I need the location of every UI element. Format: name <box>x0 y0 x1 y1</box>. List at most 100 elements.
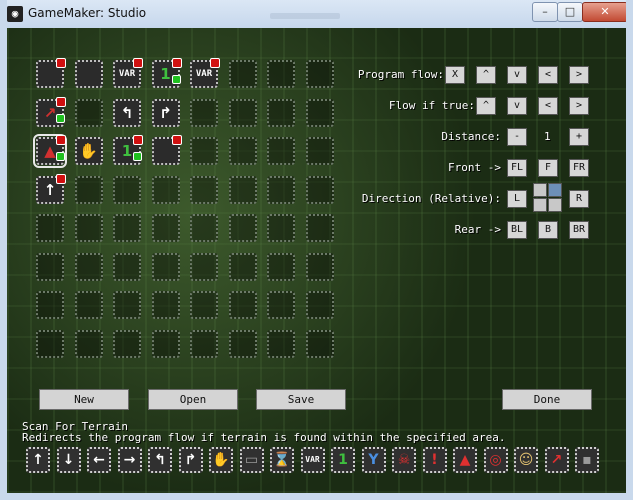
grid-cell[interactable] <box>228 60 257 88</box>
grid-cell[interactable] <box>305 137 334 165</box>
grid-cell[interactable] <box>36 291 64 319</box>
grid-cell[interactable] <box>190 329 218 358</box>
grid-cell[interactable] <box>151 252 180 281</box>
distance-minus-button[interactable]: - <box>507 128 527 146</box>
grid-cell[interactable] <box>74 329 103 358</box>
grid-cell-instruction[interactable]: 1 <box>151 58 182 88</box>
grid-cell[interactable] <box>267 214 295 242</box>
grid-cell[interactable] <box>228 98 257 127</box>
grid-cell-instruction[interactable]: ▲ <box>33 134 67 168</box>
palette-instruction[interactable]: ↑ <box>26 447 50 473</box>
grid-cell-instruction[interactable] <box>151 135 182 165</box>
grid-cell[interactable] <box>151 291 180 319</box>
done-button[interactable]: Done <box>502 389 592 410</box>
save-button[interactable]: Save <box>256 389 346 410</box>
grid-cell[interactable] <box>113 291 141 319</box>
grid-cell[interactable] <box>190 214 218 242</box>
grid-cell-instruction[interactable]: ✋ <box>74 137 103 165</box>
grid-cell[interactable] <box>305 329 334 358</box>
grid-cell-instruction[interactable] <box>36 58 66 88</box>
flow-if-true-up-button[interactable]: ^ <box>476 97 496 115</box>
grid-cell[interactable] <box>190 137 218 165</box>
grid-cell[interactable] <box>305 98 334 127</box>
program-flow-right-button[interactable]: > <box>569 66 589 84</box>
direction-pad-sw[interactable] <box>533 198 547 212</box>
close-button[interactable]: ✕ <box>582 2 628 22</box>
palette-instruction[interactable]: ◎ <box>483 447 508 473</box>
grid-cell[interactable] <box>151 214 180 242</box>
grid-cell[interactable] <box>74 214 103 242</box>
grid-cell-instruction[interactable]: ↱ <box>151 98 180 127</box>
grid-cell[interactable] <box>228 137 257 165</box>
maximize-button[interactable]: □ <box>557 2 583 22</box>
program-flow-clear-button[interactable]: X <box>445 66 465 84</box>
grid-cell[interactable] <box>74 291 103 319</box>
palette-instruction[interactable]: Y <box>361 447 386 473</box>
palette-instruction[interactable]: ← <box>87 447 111 473</box>
grid-cell[interactable] <box>151 329 180 358</box>
flow-if-true-right-button[interactable]: > <box>569 97 589 115</box>
grid-cell[interactable] <box>228 329 257 358</box>
minimize-button[interactable]: – <box>532 2 558 22</box>
rear-right-button[interactable]: BR <box>569 221 589 239</box>
flow-if-true-down-button[interactable]: v <box>507 97 527 115</box>
palette-instruction[interactable]: ▪ <box>575 447 599 473</box>
grid-cell[interactable] <box>305 60 334 88</box>
rear-left-button[interactable]: BL <box>507 221 527 239</box>
program-flow-up-button[interactable]: ^ <box>476 66 496 84</box>
grid-cell[interactable] <box>267 60 295 88</box>
flow-if-true-left-button[interactable]: < <box>538 97 558 115</box>
grid-cell-instruction[interactable] <box>74 60 103 88</box>
grid-cell-instruction[interactable]: VAR <box>190 58 220 88</box>
grid-cell[interactable] <box>190 252 218 281</box>
palette-instruction[interactable]: ↗ <box>544 447 569 473</box>
grid-cell[interactable] <box>74 98 103 127</box>
grid-cell-instruction[interactable]: ↰ <box>113 98 141 127</box>
grid-cell[interactable] <box>113 214 141 242</box>
direction-pad-nw[interactable] <box>533 183 547 197</box>
direction-left-button[interactable]: L <box>507 190 527 208</box>
grid-cell[interactable] <box>228 252 257 281</box>
grid-cell[interactable] <box>228 175 257 204</box>
program-flow-left-button[interactable]: < <box>538 66 558 84</box>
palette-instruction[interactable]: ↱ <box>178 447 203 473</box>
grid-cell[interactable] <box>305 291 334 319</box>
grid-cell[interactable] <box>74 175 103 204</box>
grid-cell[interactable] <box>305 175 334 204</box>
rear-button[interactable]: B <box>538 221 558 239</box>
grid-cell-instruction[interactable]: 1 <box>113 135 143 165</box>
grid-cell[interactable] <box>36 214 64 242</box>
palette-instruction[interactable]: ✋ <box>209 447 233 473</box>
front-left-button[interactable]: FL <box>507 159 527 177</box>
grid-cell[interactable] <box>305 214 334 242</box>
grid-cell[interactable] <box>113 175 141 204</box>
grid-cell[interactable] <box>267 98 295 127</box>
palette-instruction[interactable]: ! <box>422 447 447 473</box>
new-button[interactable]: New <box>39 389 129 410</box>
grid-cell[interactable] <box>113 329 141 358</box>
grid-cell[interactable] <box>151 175 180 204</box>
palette-instruction[interactable]: ↰ <box>148 447 172 473</box>
palette-instruction[interactable]: ▲ <box>453 447 477 473</box>
palette-instruction[interactable]: ☺ <box>514 447 538 473</box>
palette-instruction[interactable]: 1 <box>331 447 355 473</box>
palette-instruction[interactable]: ↓ <box>56 447 81 473</box>
grid-cell-instruction[interactable]: ↑ <box>36 173 66 204</box>
palette-instruction[interactable]: → <box>117 447 142 473</box>
grid-cell[interactable] <box>228 214 257 242</box>
front-right-button[interactable]: FR <box>569 159 589 177</box>
distance-plus-button[interactable]: + <box>569 128 589 146</box>
grid-cell-instruction[interactable]: VAR <box>113 58 143 88</box>
open-button[interactable]: Open <box>148 389 238 410</box>
grid-cell[interactable] <box>267 137 295 165</box>
direction-right-button[interactable]: R <box>569 190 589 208</box>
grid-cell[interactable] <box>267 329 295 358</box>
direction-pad-ne[interactable] <box>548 183 562 197</box>
grid-cell[interactable] <box>267 252 295 281</box>
grid-cell[interactable] <box>74 252 103 281</box>
grid-cell[interactable] <box>267 175 295 204</box>
program-flow-down-button[interactable]: v <box>507 66 527 84</box>
grid-cell-instruction[interactable]: ↗ <box>36 96 66 127</box>
grid-cell[interactable] <box>113 252 141 281</box>
grid-cell[interactable] <box>267 291 295 319</box>
